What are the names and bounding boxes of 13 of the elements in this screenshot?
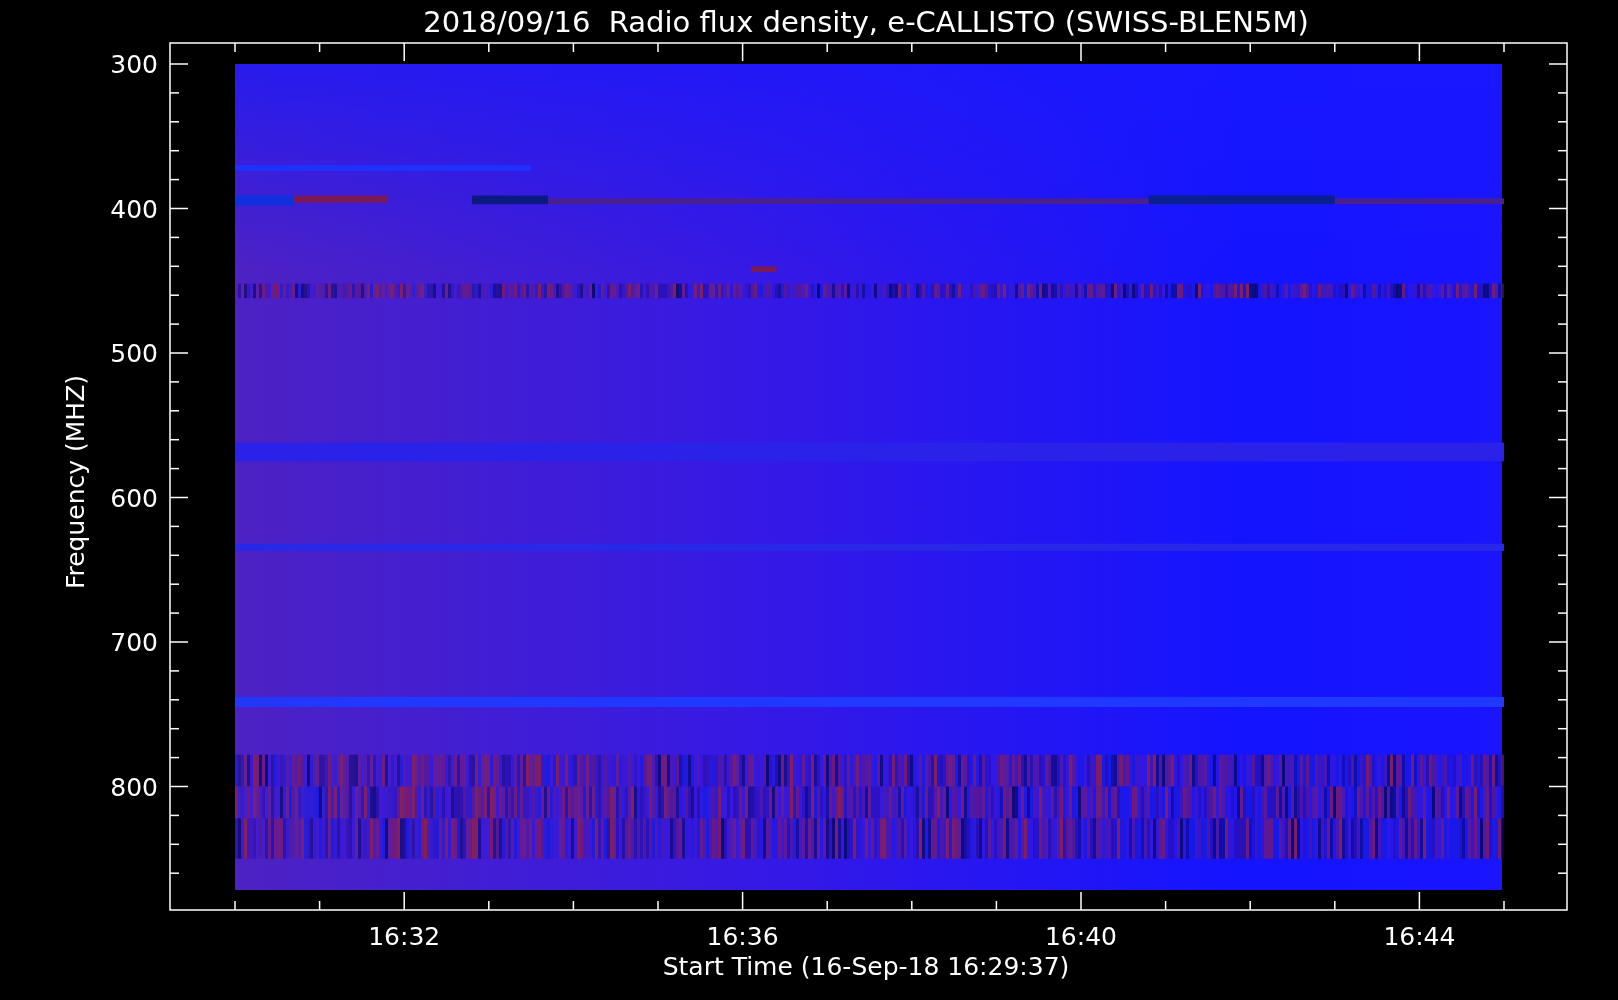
y-tick-label: 300 <box>110 50 158 79</box>
y-tick-label: 800 <box>110 772 158 802</box>
y-tick-label: 600 <box>110 483 158 513</box>
y-tick-label: 700 <box>110 628 158 657</box>
x-tick-label: 16:32 <box>368 922 441 951</box>
y-axis-title: Frequency (MHZ) <box>61 374 90 590</box>
y-tick-label: 500 <box>110 339 158 368</box>
x-tick-label: 16:36 <box>706 922 779 951</box>
plot-title: 2018/09/16 Radio flux density, e-CALLISTO (SWISS-BLEN5M) <box>423 5 1309 39</box>
y-tick-label: 400 <box>110 194 158 224</box>
x-tick-label: 16:44 <box>1383 922 1456 951</box>
x-tick-label: 16:40 <box>1045 922 1117 951</box>
x-axis-title: Start Time (16-Sep-18 16:29:37) <box>662 952 1070 981</box>
